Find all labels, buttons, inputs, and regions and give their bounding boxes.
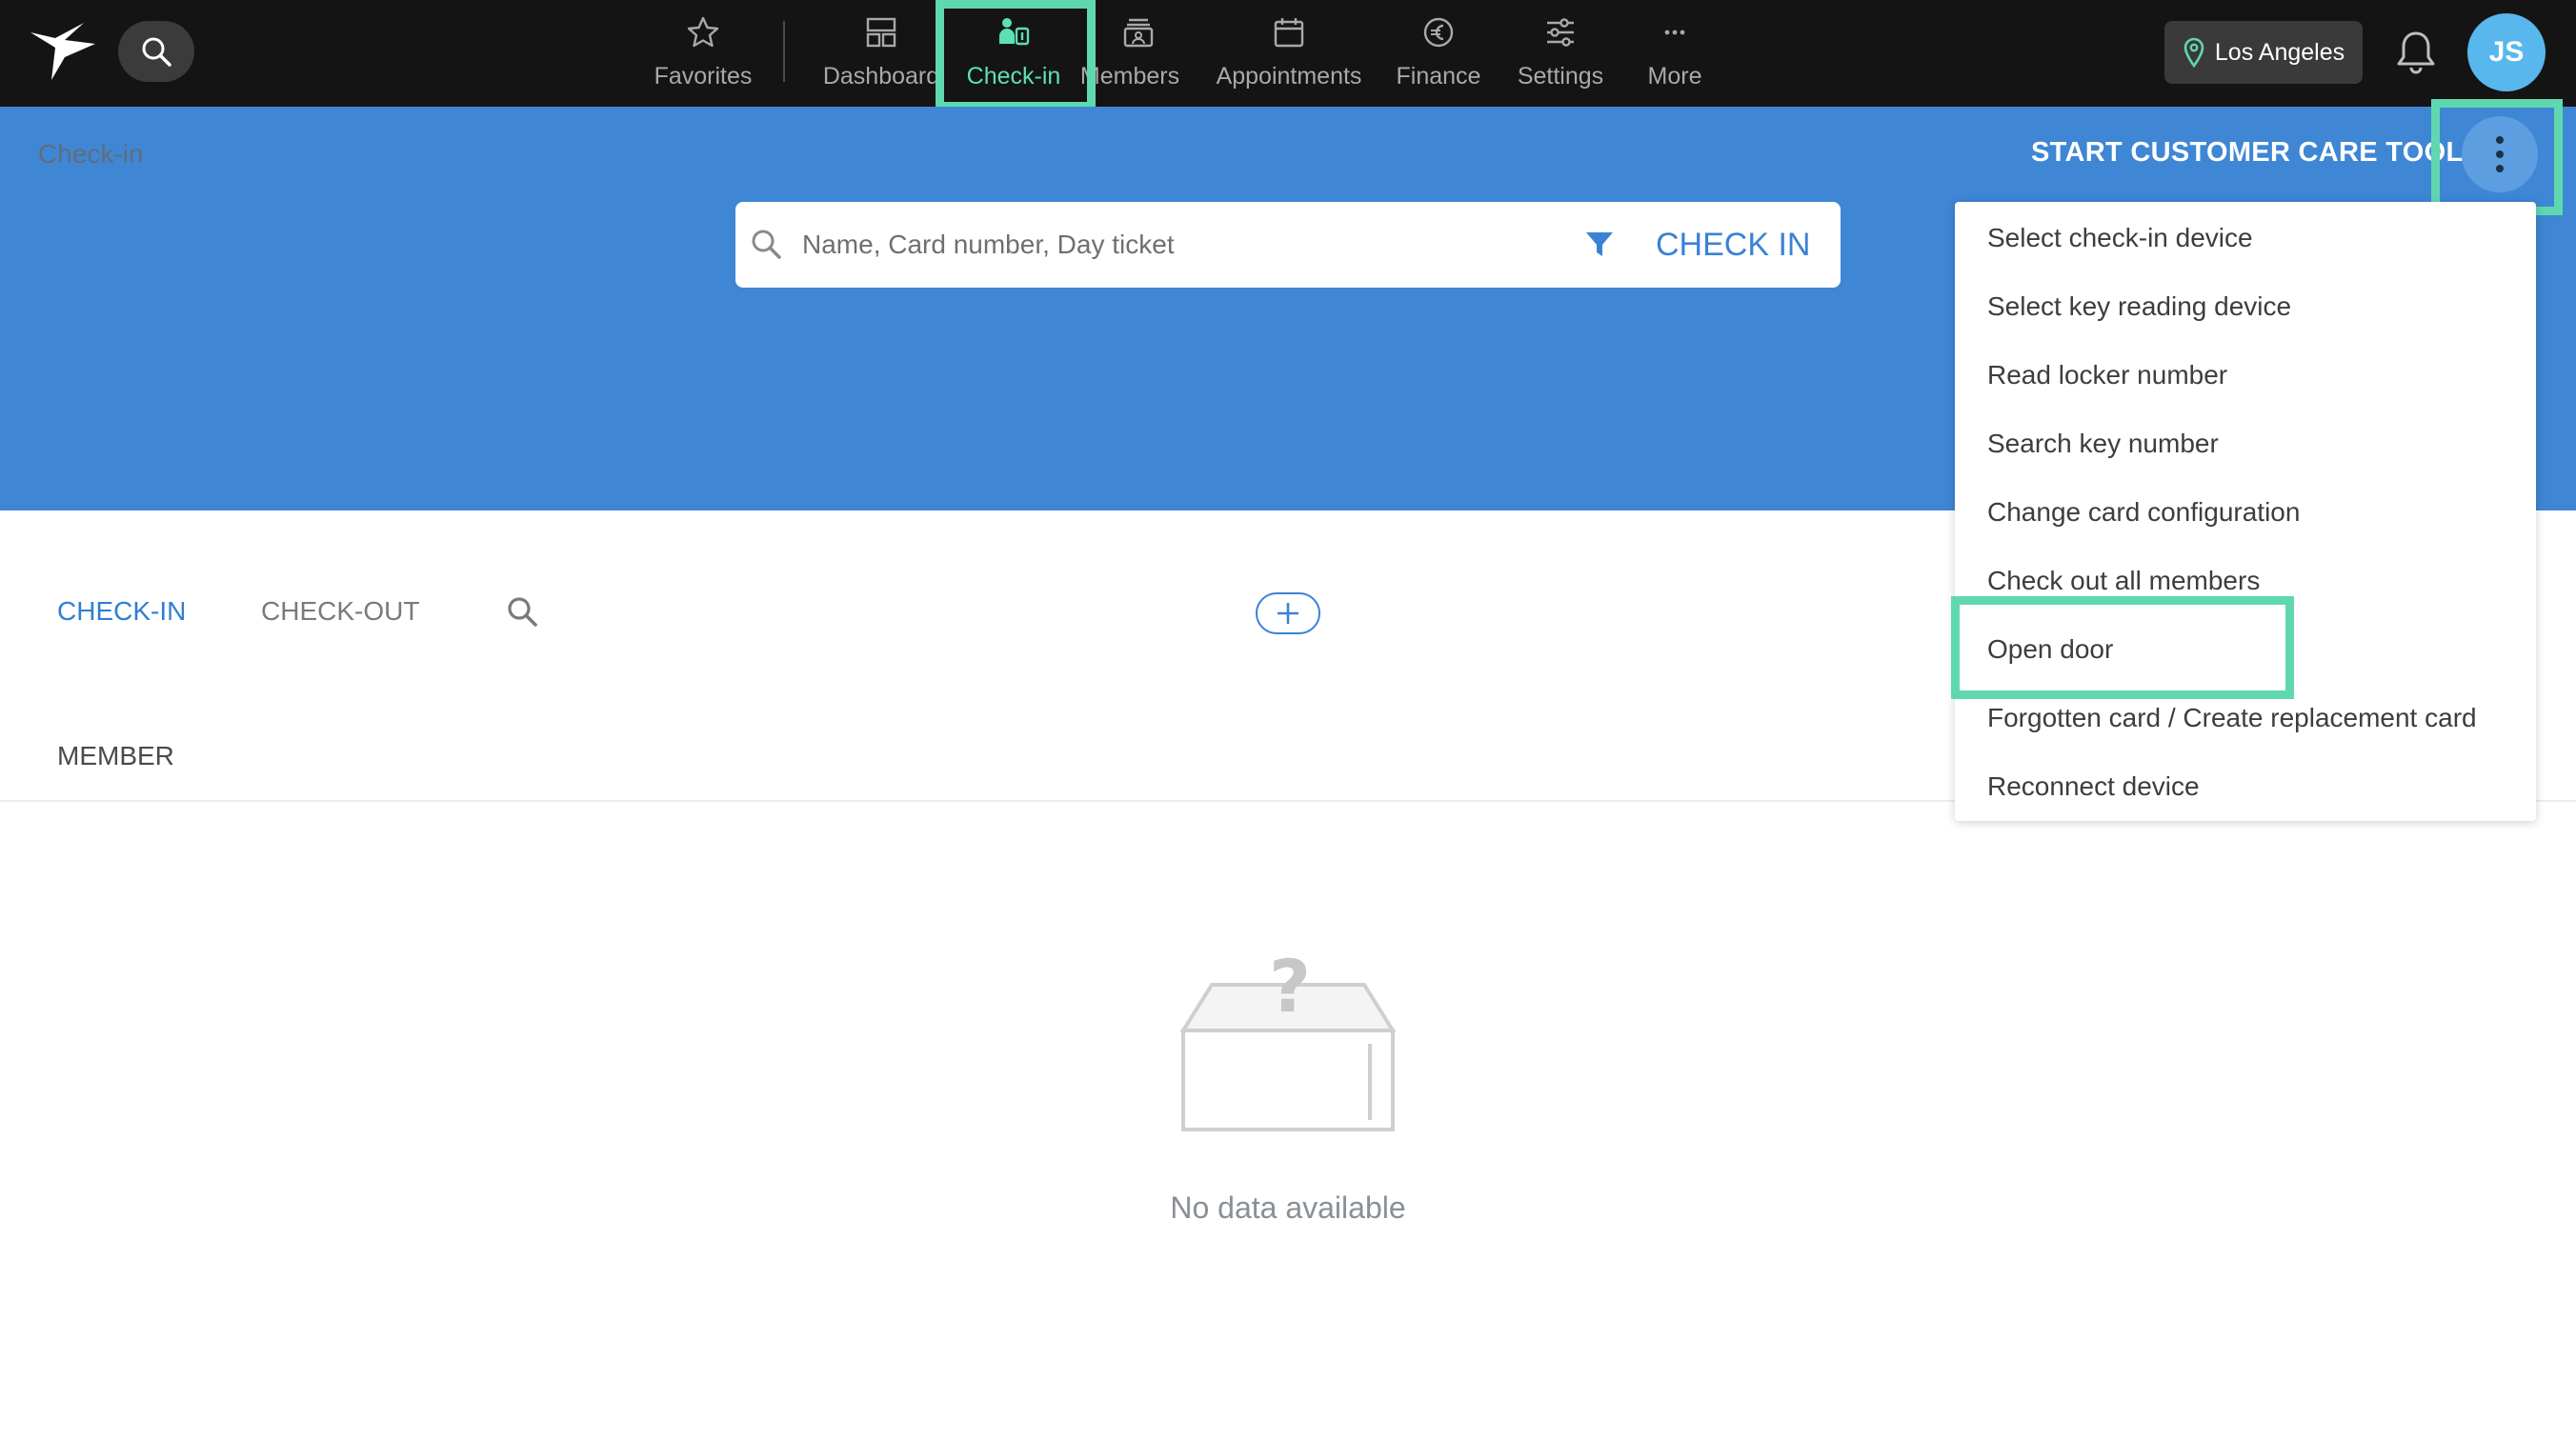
menu-item-check-out-all-members[interactable]: Check out all members — [1987, 566, 2260, 596]
checkin-nav-highlight — [936, 0, 1096, 110]
list-search-icon[interactable] — [505, 594, 539, 629]
svg-text:?: ? — [1269, 949, 1311, 1029]
dashboard-icon — [866, 17, 896, 48]
nav-dashboard[interactable]: Dashboard — [817, 0, 945, 107]
empty-box-icon: ? — [1179, 949, 1397, 1131]
menu-item-search-key-number[interactable]: Search key number — [1987, 429, 2219, 459]
nav-appointments-label: Appointments — [1216, 63, 1362, 90]
nav-settings[interactable]: Settings — [1507, 0, 1614, 107]
nav-more-label: More — [1647, 63, 1702, 90]
column-header-member: MEMBER — [57, 741, 174, 770]
global-search-button[interactable] — [118, 21, 194, 82]
search-icon — [142, 37, 171, 67]
location-label: Los Angeles — [2214, 38, 2345, 66]
members-icon — [1123, 18, 1154, 48]
nav-appointments[interactable]: Appointments — [1210, 0, 1368, 107]
calendar-icon — [1274, 18, 1304, 48]
member-search-input[interactable] — [802, 219, 1507, 270]
tab-check-out[interactable]: CHECK-OUT — [261, 596, 419, 627]
euro-icon — [1423, 17, 1454, 48]
nav-members[interactable]: Members — [1078, 0, 1198, 107]
plus-icon — [1278, 603, 1298, 624]
menu-item-change-card-configuration[interactable]: Change card configuration — [1987, 497, 2300, 528]
start-customer-care-tool-button[interactable]: START CUSTOMER CARE TOOL — [2031, 137, 2464, 169]
nav-favorites-label: Favorites — [654, 63, 753, 90]
top-navigation-bar: Favorites Dashboard Check-in Members App… — [0, 0, 2576, 107]
nav-dashboard-label: Dashboard — [822, 63, 940, 90]
notifications-bell-icon[interactable] — [2393, 29, 2439, 78]
empty-state-text: No data available — [1170, 1190, 1406, 1225]
filter-icon[interactable] — [1583, 229, 1616, 261]
nav-settings-label: Settings — [1517, 63, 1604, 90]
menu-item-reconnect-device[interactable]: Reconnect device — [1987, 771, 2200, 802]
menu-item-forgotten-card[interactable]: Forgotten card / Create replacement card — [1987, 703, 2477, 733]
menu-item-read-locker-number[interactable]: Read locker number — [1987, 360, 2227, 390]
star-icon — [687, 16, 719, 48]
nav-divider — [783, 21, 785, 82]
add-button[interactable] — [1256, 592, 1320, 634]
sliders-icon — [1547, 18, 1574, 47]
location-selector[interactable]: Los Angeles — [2164, 21, 2363, 84]
tab-check-in[interactable]: CHECK-IN — [57, 596, 186, 627]
breadcrumb: Check-in — [38, 139, 144, 169]
location-pin-icon — [2184, 37, 2204, 68]
more-options-highlight — [2431, 99, 2563, 215]
checkin-search-bar: CHECK IN — [735, 202, 1841, 288]
nav-finance[interactable]: Finance — [1385, 0, 1492, 107]
brand-logo-icon[interactable] — [27, 19, 99, 86]
user-avatar[interactable]: JS — [2467, 13, 2546, 91]
nav-more[interactable]: More — [1627, 0, 1722, 107]
nav-finance-label: Finance — [1396, 63, 1481, 90]
search-icon — [752, 230, 781, 259]
nav-favorites[interactable]: Favorites — [648, 0, 758, 107]
more-icon — [1664, 30, 1685, 35]
more-options-menu: Select check-in device Select key readin… — [1955, 202, 2536, 821]
menu-item-select-key-reading-device[interactable]: Select key reading device — [1987, 291, 2291, 322]
check-in-button[interactable]: CHECK IN — [1656, 202, 1810, 288]
menu-item-select-checkin-device[interactable]: Select check-in device — [1987, 223, 2253, 253]
open-door-highlight — [1951, 596, 2294, 699]
